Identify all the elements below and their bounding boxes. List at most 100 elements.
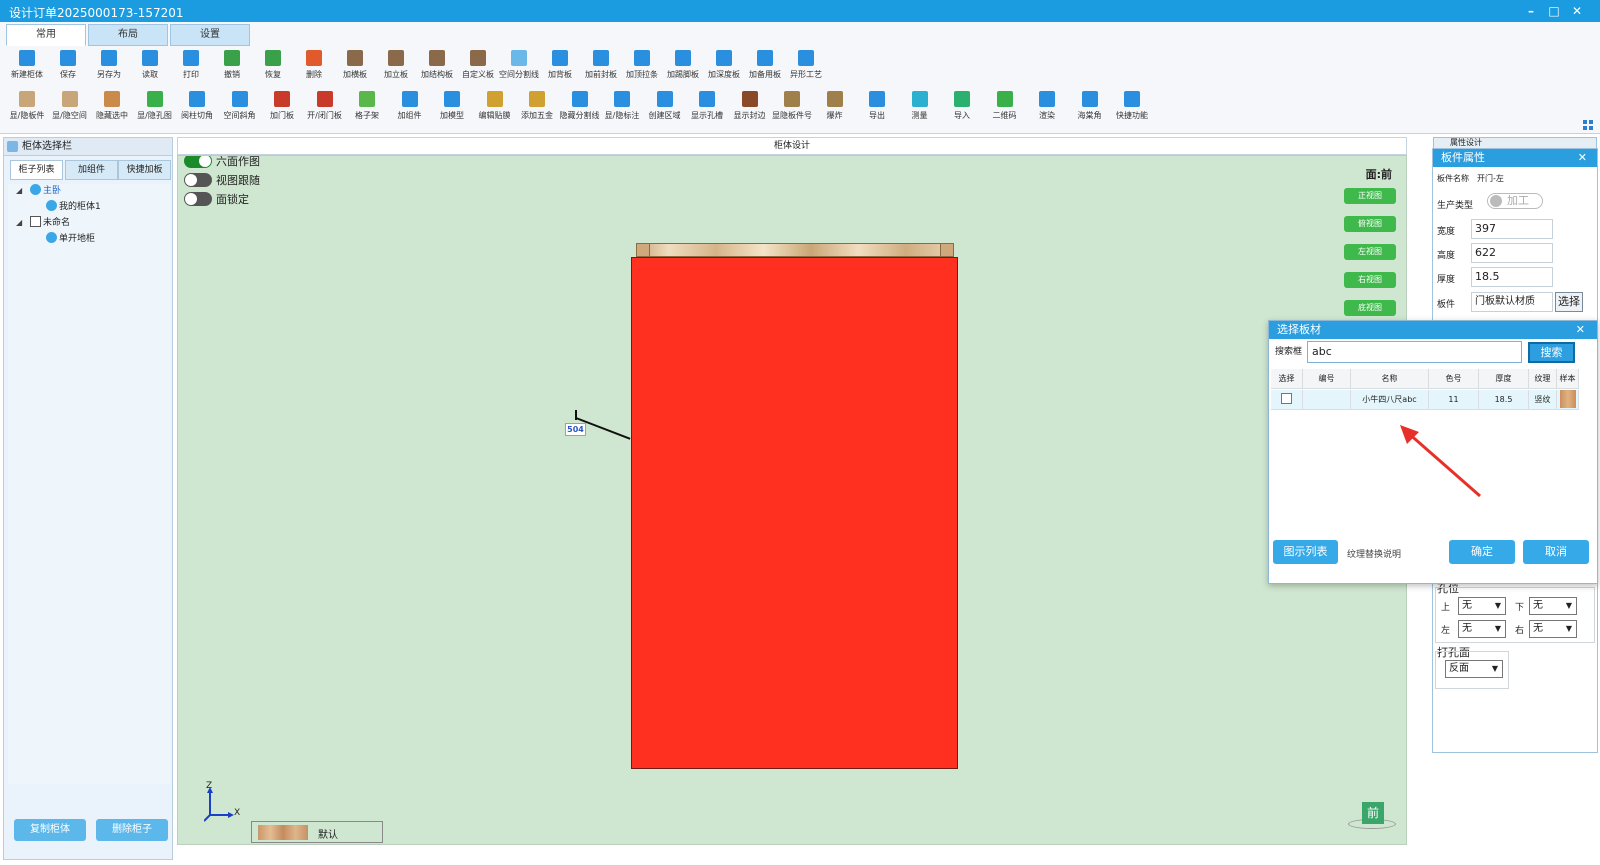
tool-button[interactable]: 加背板	[537, 48, 583, 86]
tool-button[interactable]: 加踢脚板	[660, 48, 706, 86]
tool-button[interactable]: 加顶拉条	[619, 48, 665, 86]
tool-button[interactable]: 隐藏选中	[89, 89, 135, 127]
tool-button[interactable]: 隐藏分割线	[557, 89, 603, 127]
tool-button[interactable]: 加立板	[373, 48, 419, 86]
tool-button[interactable]: 加深度板	[701, 48, 747, 86]
tool-button[interactable]: 新建柜体	[4, 48, 50, 86]
search-input[interactable]: abc	[1307, 341, 1522, 363]
hole-right-select[interactable]: 无 ▼	[1529, 620, 1577, 638]
tool-button[interactable]: 二维码	[982, 89, 1028, 127]
tab-layout[interactable]: 布局	[88, 24, 168, 46]
tool-button[interactable]: 打印	[168, 48, 214, 86]
tool-button[interactable]: 快捷功能	[1109, 89, 1155, 127]
tree-node-my-cabinet-1[interactable]: 我的柜体1	[46, 200, 101, 214]
door-panel[interactable]	[631, 257, 958, 769]
tool-button[interactable]: 加横板	[332, 48, 378, 86]
face-lock-toggle-row[interactable]: 面锁定	[184, 192, 249, 208]
tool-button[interactable]: 创建区域	[642, 89, 688, 127]
ok-button[interactable]: 确定	[1449, 540, 1515, 564]
design-canvas[interactable]: 六面作图 视图跟随 面锁定 面:前 正视图 俯视图 左视图 右视图 底视图 50…	[177, 155, 1407, 845]
cancel-button[interactable]: 取消	[1523, 540, 1589, 564]
bottom-view-button[interactable]: 底视图	[1344, 300, 1396, 316]
view-follow-toggle-row[interactable]: 视图跟随	[184, 173, 260, 189]
tree-node-master-bedroom[interactable]: 主卧	[30, 184, 61, 198]
tool-button[interactable]: 加模型	[429, 89, 475, 127]
maximize-icon[interactable]: □	[1545, 3, 1563, 19]
tool-button[interactable]: 空间分割线	[496, 48, 542, 86]
tool-button[interactable]: 删除	[291, 48, 337, 86]
tool-button[interactable]: 自定义板	[455, 48, 501, 86]
board-material-input[interactable]: 门板默认材质	[1471, 292, 1553, 312]
tool-button[interactable]: 显/隐板件	[4, 89, 50, 127]
close-icon[interactable]: ✕	[1576, 321, 1585, 339]
view-follow-toggle[interactable]	[184, 173, 212, 187]
front-view-button[interactable]: 正视图	[1344, 188, 1396, 204]
select-material-button[interactable]: 选择	[1555, 292, 1583, 312]
close-icon[interactable]: ✕	[1568, 3, 1586, 19]
tool-button[interactable]: 开/闭门板	[302, 89, 348, 127]
top-board[interactable]	[636, 243, 954, 257]
minimize-icon[interactable]: –	[1522, 3, 1540, 19]
tool-button[interactable]: 渲染	[1024, 89, 1070, 127]
tool-button[interactable]: 显示封边	[727, 89, 773, 127]
tool-button[interactable]: 加结构板	[414, 48, 460, 86]
hole-down-select[interactable]: 无 ▼	[1529, 597, 1577, 615]
grid-view-icon[interactable]	[1583, 120, 1593, 130]
row-select-cell[interactable]	[1271, 390, 1303, 410]
tab-common[interactable]: 常用	[6, 24, 86, 46]
tab-settings[interactable]: 设置	[170, 24, 250, 46]
delete-cabinet-button[interactable]: 删除柜子	[96, 819, 168, 841]
face-lock-toggle[interactable]	[184, 192, 212, 206]
tool-button[interactable]: 编辑贴膜	[472, 89, 518, 127]
view-cube-front[interactable]: 前	[1362, 802, 1384, 824]
width-input[interactable]: 397	[1471, 219, 1553, 239]
tool-button[interactable]: 加备用板	[742, 48, 788, 86]
tool-button[interactable]: 撤销	[209, 48, 255, 86]
tool-button[interactable]: 导入	[939, 89, 985, 127]
production-type-toggle[interactable]: 加工	[1487, 193, 1543, 209]
tool-button[interactable]: 读取	[127, 48, 173, 86]
tab-quick-add-board[interactable]: 快捷加板	[118, 160, 171, 180]
tool-button[interactable]: 保存	[45, 48, 91, 86]
tool-button[interactable]: 阅柱切角	[174, 89, 220, 127]
tool-button[interactable]: 测量	[897, 89, 943, 127]
behind-tab[interactable]: 属性设计	[1433, 137, 1597, 149]
tool-button[interactable]: 导出	[854, 89, 900, 127]
top-view-button[interactable]: 俯视图	[1344, 216, 1396, 232]
tree-node-single-door-base[interactable]: 单开地柜	[46, 232, 95, 246]
show-list-button[interactable]: 图示列表	[1273, 540, 1338, 564]
material-strip[interactable]: 默认	[251, 821, 383, 843]
search-button[interactable]: 搜索	[1528, 342, 1575, 363]
tool-button[interactable]: 显/隐标注	[599, 89, 645, 127]
close-icon[interactable]: ✕	[1578, 149, 1587, 167]
tool-button[interactable]: 显示孔槽	[684, 89, 730, 127]
tool-button[interactable]: 加组件	[387, 89, 433, 127]
tool-button[interactable]: 另存为	[86, 48, 132, 86]
six-face-toggle-row[interactable]: 六面作图	[184, 156, 260, 170]
six-face-toggle[interactable]	[184, 156, 212, 168]
tool-button[interactable]: 空间斜角	[217, 89, 263, 127]
tool-button[interactable]: 爆炸	[812, 89, 858, 127]
tool-button[interactable]: 异形工艺	[783, 48, 829, 86]
tree-expand-icon[interactable]: ◢	[16, 186, 22, 195]
copy-cabinet-button[interactable]: 复制柜体	[14, 819, 86, 841]
tool-button[interactable]: 海棠角	[1067, 89, 1113, 127]
tool-button[interactable]: 恢复	[250, 48, 296, 86]
tab-cabinet-list[interactable]: 柜子列表	[10, 160, 63, 180]
tool-button[interactable]: 显/隐空间	[47, 89, 93, 127]
left-view-button[interactable]: 左视图	[1344, 244, 1396, 260]
thickness-input[interactable]: 18.5	[1471, 267, 1553, 287]
tool-button[interactable]: 加门板	[259, 89, 305, 127]
row-checkbox[interactable]	[1281, 393, 1292, 404]
texture-note-link[interactable]: 纹理替换说明	[1347, 547, 1401, 560]
tree-node-unnamed[interactable]: 未命名	[30, 216, 70, 230]
tool-button[interactable]: 显/隐孔图	[132, 89, 178, 127]
drill-face-select[interactable]: 反面 ▼	[1445, 660, 1503, 678]
tree-expand-icon[interactable]: ◢	[16, 218, 22, 227]
right-view-button[interactable]: 右视图	[1344, 272, 1396, 288]
tool-button[interactable]: 添加五金	[514, 89, 560, 127]
tool-button[interactable]: 显隐板件号	[769, 89, 815, 127]
height-input[interactable]: 622	[1471, 243, 1553, 263]
tool-button[interactable]: 格子架	[344, 89, 390, 127]
dimension-label[interactable]: 504	[565, 423, 586, 436]
